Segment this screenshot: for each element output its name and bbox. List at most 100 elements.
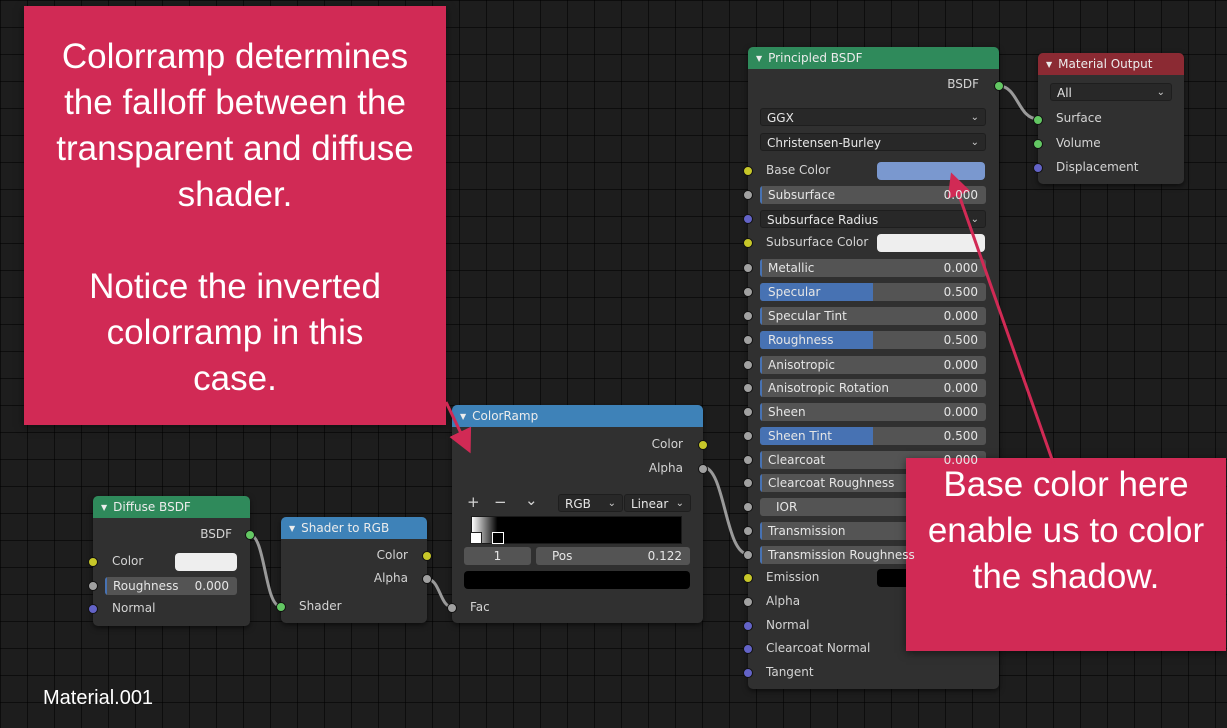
specular-tint-label: Specular Tint — [768, 309, 847, 323]
specular-socket[interactable] — [743, 287, 753, 297]
normal-socket[interactable] — [743, 621, 753, 631]
anisotropic-socket[interactable] — [743, 360, 753, 370]
colorramp-alpha-label: Alpha — [648, 461, 683, 475]
colorramp-alpha-socket[interactable] — [698, 464, 708, 474]
transmission-label: Transmission — [768, 524, 846, 538]
transmission-roughness-label: Transmission Roughness — [768, 548, 915, 562]
distribution-dropdown[interactable]: GGX ⌄ — [760, 108, 986, 126]
clearcoat-value: 0.000 — [943, 453, 978, 467]
collapse-triangle-icon[interactable]: ▼ — [1046, 60, 1052, 69]
tangent-socket[interactable] — [743, 668, 753, 678]
roughness-socket[interactable] — [743, 335, 753, 345]
clearcoat-normal-socket[interactable] — [743, 644, 753, 654]
metallic-field[interactable]: Metallic 0.000 — [760, 259, 986, 277]
subsurface-field[interactable]: Subsurface 0.000 — [760, 186, 986, 204]
clearcoat-socket[interactable] — [743, 455, 753, 465]
interpolation-dropdown[interactable]: Linear ⌄ — [624, 494, 691, 512]
specular-tint-socket[interactable] — [743, 311, 753, 321]
anisotropic-rotation-socket[interactable] — [743, 383, 753, 393]
subsurface-method-value: Christensen-Burley — [767, 136, 881, 150]
add-stop-icon[interactable]: + — [467, 493, 480, 511]
tangent-label: Tangent — [766, 665, 814, 679]
link-diffuse-to-shader-to-rgb — [249, 533, 281, 608]
diffuse-roughness-socket[interactable] — [88, 581, 98, 591]
colorramp-fac-label: Fac — [470, 600, 490, 614]
colorramp-stop-white-icon[interactable] — [470, 532, 482, 544]
subsurface-method-dropdown[interactable]: Christensen-Burley ⌄ — [760, 133, 986, 151]
displacement-label: Displacement — [1056, 160, 1139, 174]
shader-to-rgb-shader-socket[interactable] — [276, 602, 286, 612]
collapse-triangle-icon[interactable]: ▼ — [289, 524, 295, 533]
render-target-dropdown[interactable]: All ⌄ — [1050, 83, 1172, 101]
base-color-swatch[interactable] — [877, 162, 985, 180]
subsurface-radius-socket[interactable] — [743, 214, 753, 224]
subsurface-socket[interactable] — [743, 190, 753, 200]
material-output-header[interactable]: ▼ Material Output — [1038, 53, 1184, 75]
diffuse-color-swatch[interactable] — [175, 553, 237, 571]
chevron-down-icon[interactable]: ⌄ — [525, 491, 538, 509]
colorramp-stop-color-swatch[interactable] — [464, 571, 690, 589]
specular-field[interactable]: Specular 0.500 — [760, 283, 986, 301]
alpha-socket[interactable] — [743, 597, 753, 607]
subsurface-color-swatch[interactable] — [877, 234, 985, 252]
principled-bsdf-title: Principled BSDF — [768, 51, 863, 65]
shader-to-rgb-header[interactable]: ▼ Shader to RGB — [281, 517, 427, 539]
clearcoat-roughness-socket[interactable] — [743, 478, 753, 488]
colorramp-pos-field[interactable]: Pos 0.122 — [536, 547, 690, 565]
diffuse-normal-socket[interactable] — [88, 604, 98, 614]
subsurface-radius-dropdown[interactable]: Subsurface Radius ⌄ — [760, 210, 986, 228]
ior-socket[interactable] — [743, 502, 753, 512]
roughness-field[interactable]: Roughness 0.500 — [760, 331, 986, 349]
emission-socket[interactable] — [743, 573, 753, 583]
colorramp-color-label: Color — [651, 437, 683, 451]
collapse-triangle-icon[interactable]: ▼ — [101, 503, 107, 512]
collapse-triangle-icon[interactable]: ▼ — [756, 54, 762, 63]
surface-socket[interactable] — [1033, 115, 1043, 125]
diffuse-bsdf-header[interactable]: ▼ Diffuse BSDF — [93, 496, 250, 518]
normal-label: Normal — [766, 618, 810, 632]
colorramp-fac-socket[interactable] — [447, 603, 457, 613]
shader-to-rgb-alpha-socket[interactable] — [422, 574, 432, 584]
material-output-title: Material Output — [1058, 57, 1153, 71]
roughness-value: 0.500 — [943, 333, 978, 347]
diffuse-roughness-label: Roughness — [113, 579, 179, 593]
sheen-tint-socket[interactable] — [743, 431, 753, 441]
diffuse-bsdf-output-socket[interactable] — [245, 530, 255, 540]
diffuse-bsdf-node[interactable]: ▼ Diffuse BSDF BSDF Color Roughness 0.000… — [88, 496, 255, 626]
subsurface-color-label: Subsurface Color — [766, 235, 869, 249]
volume-label: Volume — [1056, 136, 1101, 150]
chevron-down-icon: ⌄ — [970, 137, 979, 148]
diffuse-color-socket[interactable] — [88, 557, 98, 567]
material-output-node[interactable]: ▼ Material Output All ⌄ Surface Volume Dis… — [1033, 53, 1184, 184]
sheen-socket[interactable] — [743, 407, 753, 417]
color-mode-dropdown[interactable]: RGB ⌄ — [558, 494, 623, 512]
collapse-triangle-icon[interactable]: ▼ — [460, 412, 466, 421]
metallic-socket[interactable] — [743, 263, 753, 273]
shader-to-rgb-color-socket[interactable] — [422, 551, 432, 561]
clearcoat-field[interactable]: Clearcoat 0.000 — [760, 451, 986, 469]
subsurface-color-socket[interactable] — [743, 238, 753, 248]
sheen-field[interactable]: Sheen 0.000 — [760, 403, 986, 421]
transmission-roughness-socket[interactable] — [743, 550, 753, 560]
sheen-tint-field[interactable]: Sheen Tint 0.500 — [760, 427, 986, 445]
shader-to-rgb-node[interactable]: ▼ Shader to RGB Color Alpha Shader — [276, 517, 432, 623]
diffuse-roughness-field[interactable]: Roughness 0.000 — [105, 577, 237, 595]
anisotropic-field[interactable]: Anisotropic 0.000 — [760, 356, 986, 374]
colorramp-node[interactable]: ▼ ColorRamp Color Alpha + − ⌄ RGB ⌄ Linear… — [447, 405, 708, 623]
link-principled-to-output — [998, 84, 1039, 121]
colorramp-header[interactable]: ▼ ColorRamp — [452, 405, 703, 427]
colorramp-stop-black-icon[interactable] — [492, 532, 504, 544]
remove-stop-icon[interactable]: − — [494, 493, 507, 511]
specular-tint-field[interactable]: Specular Tint 0.000 — [760, 307, 986, 325]
volume-socket[interactable] — [1033, 139, 1043, 149]
principled-bsdf-output-socket[interactable] — [994, 81, 1004, 91]
shader-to-rgb-title: Shader to RGB — [301, 521, 390, 535]
colorramp-stop-index-field[interactable]: 1 — [464, 547, 531, 565]
displacement-socket[interactable] — [1033, 163, 1043, 173]
transmission-socket[interactable] — [743, 526, 753, 536]
colorramp-color-socket[interactable] — [698, 440, 708, 450]
base-color-socket[interactable] — [743, 166, 753, 176]
colorramp-stop-index-value: 1 — [493, 549, 502, 563]
anisotropic-rotation-field[interactable]: Anisotropic Rotation 0.000 — [760, 379, 986, 397]
principled-bsdf-header[interactable]: ▼ Principled BSDF — [748, 47, 999, 69]
